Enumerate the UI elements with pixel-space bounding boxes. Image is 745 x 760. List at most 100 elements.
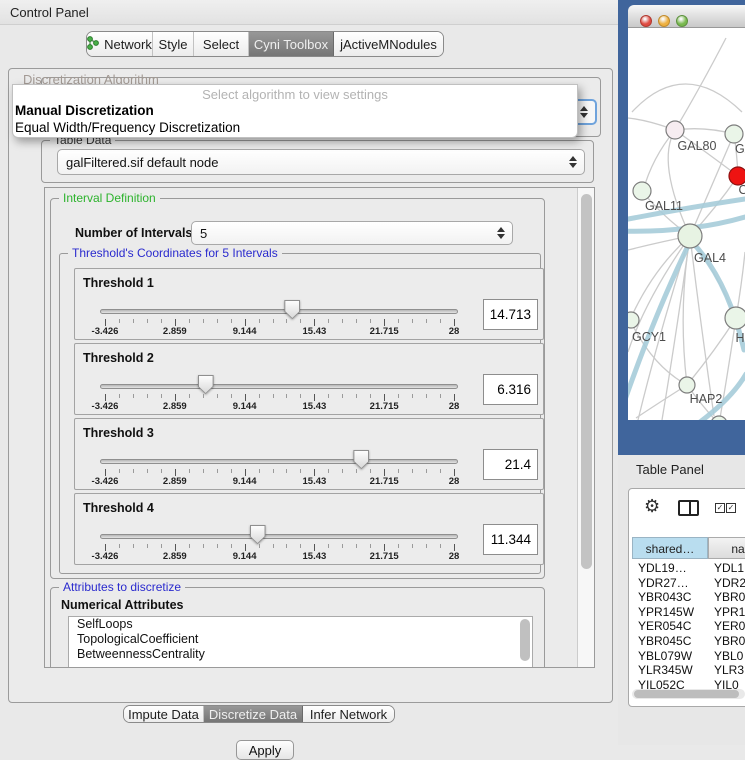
network-canvas[interactable]: GAL80GACGAL11GAL4GCY1HHAP2	[628, 28, 745, 420]
table-data-value: galFiltered.sif default node	[66, 155, 218, 170]
network-window-titlebar	[628, 5, 745, 28]
network-node-H[interactable]	[725, 307, 745, 329]
slider-thumb[interactable]	[353, 450, 369, 469]
threshold-panel-4: Threshold 4-3.4262.8599.14415.4321.71528…	[74, 493, 544, 565]
combo-arrows-icon	[579, 105, 589, 119]
table-cell: YLR345W	[632, 663, 708, 678]
slider-track[interactable]	[100, 309, 458, 314]
num-intervals-value: 5	[200, 226, 207, 241]
threshold-panel-2: Threshold 2-3.4262.8599.14415.4321.71528…	[74, 343, 544, 415]
control-panel-titlebar: Control Panel □ ✕	[0, 0, 618, 25]
apply-button[interactable]: Apply	[236, 740, 294, 760]
tick-label: 21.715	[370, 401, 399, 412]
tab-network[interactable]: Network	[87, 32, 153, 56]
network-node-GAL80[interactable]	[666, 121, 684, 139]
table-row[interactable]: YDL19…YDL1	[632, 561, 745, 576]
table-data-combo[interactable]: galFiltered.sif default node	[57, 149, 585, 175]
tab-cyni-toolbox[interactable]: Cyni Toolbox	[249, 32, 334, 56]
threshold-panel-3: Threshold 3-3.4262.8599.14415.4321.71528…	[74, 418, 544, 490]
tab-select[interactable]: Select	[194, 32, 249, 56]
tick-label: 15.43	[303, 401, 327, 412]
slider-ticks	[105, 319, 454, 326]
tick-label: 2.859	[163, 476, 187, 487]
slider-track[interactable]	[100, 384, 458, 389]
tab-style[interactable]: Style	[153, 32, 194, 56]
network-edge[interactable]	[643, 130, 675, 191]
settings-scrollbar-thumb[interactable]	[581, 194, 592, 569]
threshold-value-field[interactable]: 11.344	[483, 524, 538, 555]
checkbox-icon: ✓	[726, 503, 736, 513]
table-row[interactable]: YDR27…YDR2	[632, 576, 745, 591]
table-row[interactable]: YBR043CYBR0	[632, 590, 745, 605]
slider-track[interactable]	[100, 459, 458, 464]
table-row[interactable]: YER054CYER0	[632, 619, 745, 634]
dropdown-options: Manual DiscretizationEqual Width/Frequen…	[13, 102, 577, 136]
column-header[interactable]: shared…	[632, 537, 708, 559]
num-intervals-label: Number of Intervals	[75, 226, 192, 240]
tab-jactivemnodules[interactable]: jActiveMNodules	[334, 32, 443, 56]
table-header-row[interactable]: shared…na	[632, 537, 745, 559]
network-node-GCY1[interactable]	[628, 312, 639, 328]
combo-arrows-icon	[496, 226, 506, 240]
network-edge[interactable]	[632, 84, 742, 112]
cyni-toolbox-panel: Discretization Algorithm Table Data galF…	[8, 68, 613, 703]
attribute-list-item[interactable]: BetweennessCentrality	[69, 647, 532, 662]
table-row[interactable]: YPR145WYPR1	[632, 605, 745, 620]
slider-track[interactable]	[100, 534, 458, 539]
network-node[interactable]	[711, 416, 727, 420]
threshold-panel-1: Threshold 1-3.4262.8599.14415.4321.71528…	[74, 268, 544, 340]
table-row[interactable]: YBL079WYBL0	[632, 649, 745, 664]
network-node-label: GA	[735, 142, 745, 156]
threshold-value-field[interactable]: 14.713	[483, 299, 538, 330]
threshold-value-field[interactable]: 21.4	[483, 449, 538, 480]
bottom-tab-discretize-data[interactable]: Discretize Data	[204, 706, 303, 722]
threshold-label: Threshold 3	[83, 426, 154, 440]
network-edge[interactable]	[687, 318, 736, 385]
tick-label: 28	[449, 401, 460, 412]
slider-ticks	[105, 469, 454, 476]
table-row[interactable]: YLR345WYLR3	[632, 663, 745, 678]
table-panel-card: ⚙ ✓ ✓ shared…na YDL19…YDL1YDR27…YDR2YBR0…	[628, 488, 745, 707]
list-scrollbar-thumb[interactable]	[520, 619, 530, 661]
network-window-frame: GAL80GACGAL11GAL4GCY1HHAP2	[618, 0, 745, 455]
table-cell: YER054C	[632, 619, 708, 634]
network-node-GA[interactable]	[725, 125, 743, 143]
slider-thumb[interactable]	[284, 300, 300, 319]
minimize-traffic-light-icon[interactable]	[658, 15, 670, 27]
tab-label: Network	[104, 37, 152, 52]
column-header[interactable]: na	[708, 537, 745, 559]
tick-label: -3.426	[92, 551, 119, 562]
select-columns-icon[interactable]: ✓ ✓	[715, 503, 736, 513]
num-intervals-combo[interactable]: 5	[191, 221, 513, 245]
slider-thumb[interactable]	[250, 525, 266, 544]
network-node-GAL11[interactable]	[633, 182, 651, 200]
bottom-tab-impute-data[interactable]: Impute Data	[124, 706, 204, 722]
table-row[interactable]: YBR045CYBR0	[632, 634, 745, 649]
numerical-attributes-list[interactable]: SelfLoopsTopologicalCoefficientBetweenne…	[68, 616, 533, 668]
tab-label: Style	[159, 37, 188, 52]
tick-label: -3.426	[92, 401, 119, 412]
combo-arrows-icon	[568, 155, 578, 169]
threshold-value-field[interactable]: 6.316	[483, 374, 538, 405]
dropdown-option[interactable]: Equal Width/Frequency Discretization	[13, 119, 577, 136]
close-traffic-light-icon[interactable]	[640, 15, 652, 27]
slider-ticks	[105, 544, 454, 551]
tick-label: 28	[449, 326, 460, 337]
network-node-GAL4[interactable]	[678, 224, 702, 248]
slider-thumb[interactable]	[198, 375, 214, 394]
columns-icon[interactable]	[678, 500, 699, 516]
slider-tick-labels: -3.4262.8599.14415.4321.71528	[105, 326, 454, 337]
attribute-list-item[interactable]: TopologicalCoefficient	[69, 632, 532, 647]
table-horizontal-scrollbar[interactable]	[632, 689, 745, 699]
zoom-traffic-light-icon[interactable]	[676, 15, 688, 27]
tick-label: 15.43	[303, 326, 327, 337]
tab-label: jActiveMNodules	[340, 37, 437, 52]
settings-scrollbar[interactable]	[577, 188, 594, 667]
table-hscroll-thumb[interactable]	[634, 690, 739, 698]
bottom-tab-infer-network[interactable]: Infer Network	[303, 706, 394, 722]
network-edge[interactable]	[636, 385, 687, 418]
attribute-list-item[interactable]: SelfLoops	[69, 617, 532, 632]
dropdown-option[interactable]: Manual Discretization	[13, 102, 577, 119]
network-node-HAP2[interactable]	[679, 377, 695, 393]
gear-icon[interactable]: ⚙	[644, 496, 660, 517]
